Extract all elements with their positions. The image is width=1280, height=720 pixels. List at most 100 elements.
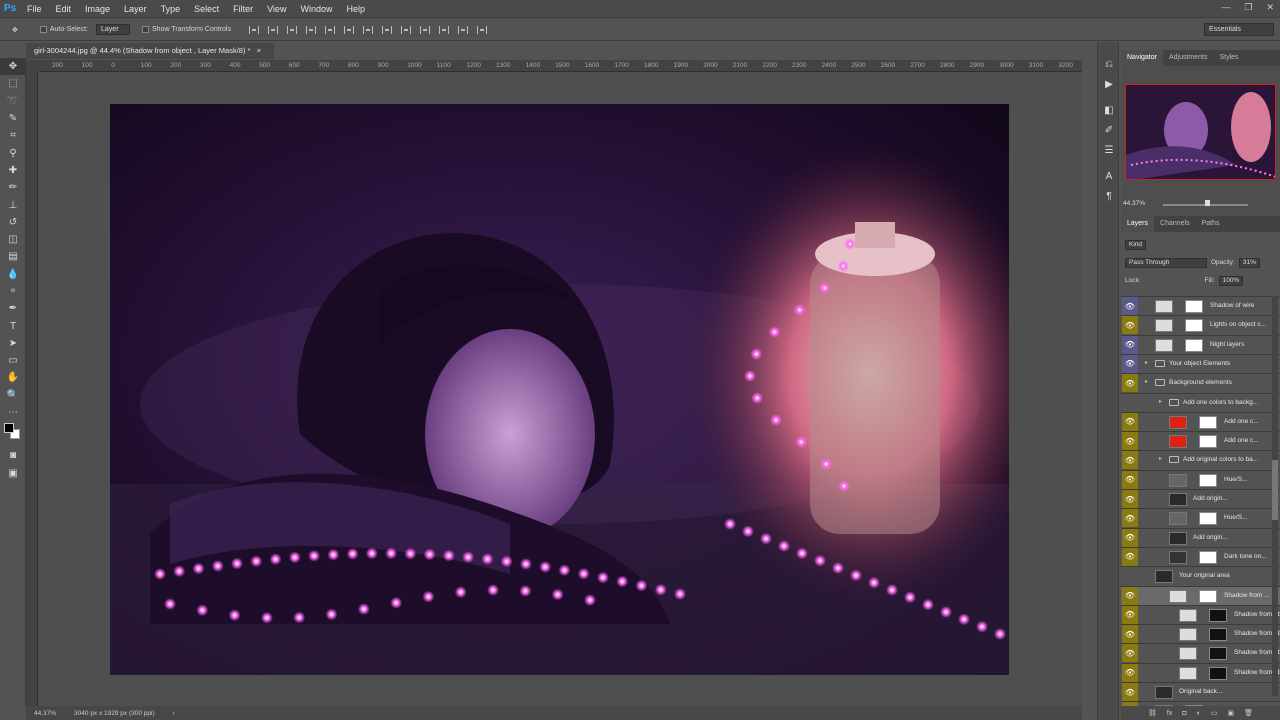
tab-channels[interactable]: Channels <box>1154 216 1196 232</box>
foreground-color[interactable] <box>4 423 14 434</box>
group-expand-icon[interactable]: ▸ <box>1145 359 1148 366</box>
screen-mode-icon[interactable]: ▣ <box>0 465 26 482</box>
visibility-eye-icon[interactable]: 👁 <box>1122 432 1138 451</box>
menu-help[interactable]: Help <box>339 0 372 18</box>
layer-mask-thumbnail[interactable] <box>1185 300 1203 313</box>
link-layers-icon[interactable]: ⛓ <box>1148 709 1157 717</box>
marquee-tool-icon[interactable]: ⬚ <box>0 75 26 92</box>
layer-row[interactable]: 👁 Add origin... <box>1121 489 1280 508</box>
layer-row[interactable]: 👁Shadow from object 1 <box>1121 604 1280 624</box>
workspace-dropdown[interactable]: Essentials <box>1204 23 1274 36</box>
tab-paths[interactable]: Paths <box>1196 216 1226 232</box>
opacity-field[interactable]: 31% <box>1238 257 1260 268</box>
actions-play-icon[interactable]: ▶ <box>1098 74 1120 94</box>
group-expand-icon[interactable]: ▸ <box>1159 398 1162 405</box>
fill-field[interactable]: 100% <box>1218 275 1244 286</box>
adjust-icon[interactable]: ☰ <box>1098 140 1120 160</box>
layer-mask-thumbnail[interactable] <box>1209 666 1227 680</box>
visibility-eye-icon[interactable]: 👁 <box>1122 509 1138 528</box>
visibility-eye-icon[interactable]: 👁 <box>1122 412 1138 431</box>
visibility-eye-icon[interactable]: 👁 <box>1122 297 1138 315</box>
layer-mask-thumbnail[interactable] <box>1209 628 1227 642</box>
layer-row[interactable]: 👁 Hue/S... <box>1121 508 1280 528</box>
status-zoom[interactable]: 44.37% <box>34 710 56 717</box>
status-arrow-icon[interactable]: › <box>173 710 175 717</box>
visibility-eye-icon[interactable]: 👁 <box>1122 625 1138 644</box>
align-left-icon[interactable] <box>306 25 316 34</box>
pen-tool-icon[interactable]: ✒ <box>0 300 26 317</box>
path-select-icon[interactable]: ➤ <box>0 335 26 352</box>
layer-row[interactable]: 👁 Add one c... <box>1121 431 1280 451</box>
blend-mode-dropdown[interactable]: Pass Through <box>1125 257 1207 268</box>
layer-row[interactable]: 👁 Lights on object c... <box>1121 315 1280 335</box>
tab-navigator[interactable]: Navigator <box>1121 50 1163 66</box>
visibility-eye-icon[interactable]: 👁 <box>1122 470 1138 489</box>
auto-select-dropdown[interactable]: Layer <box>96 24 131 35</box>
healing-brush-icon[interactable]: ✚ <box>0 162 26 179</box>
auto-select-checkbox[interactable] <box>39 26 47 33</box>
auto-align-icon[interactable] <box>477 25 487 34</box>
menu-edit[interactable]: Edit <box>49 0 79 18</box>
align-right-icon[interactable] <box>344 25 354 34</box>
distribute-right-icon[interactable] <box>458 25 468 34</box>
gradient-tool-icon[interactable]: ▤ <box>0 248 26 265</box>
layer-row[interactable]: 👁Shadow from object 4 <box>1121 662 1280 682</box>
eraser-tool-icon[interactable]: ◫ <box>0 231 26 248</box>
visibility-eye-icon[interactable]: 👁 <box>1122 451 1138 470</box>
tab-layers[interactable]: Layers <box>1121 216 1155 232</box>
hand-tool-icon[interactable]: ✋ <box>0 369 26 386</box>
visibility-eye-icon[interactable]: 👁 <box>1122 374 1138 393</box>
distribute-bottom-icon[interactable] <box>401 25 411 34</box>
visibility-eye-icon[interactable]: 👁 <box>1122 490 1138 508</box>
layer-row[interactable]: 👁Shadow from object 2 <box>1121 624 1280 644</box>
tab-styles[interactable]: Styles <box>1214 50 1245 66</box>
menu-image[interactable]: Image <box>78 0 117 18</box>
layer-row[interactable]: 👁 ▸ Your object Elements <box>1121 353 1280 373</box>
distribute-hcenter-icon[interactable] <box>439 25 449 34</box>
layer-mask-thumbnail[interactable] <box>1185 338 1203 352</box>
document-tab[interactable]: girl-3004244.jpg @ 44.4% (Shadow from ob… <box>26 43 274 59</box>
blur-tool-icon[interactable]: 💧 <box>0 266 26 283</box>
quick-mask-icon[interactable]: ◙ <box>0 447 26 464</box>
layer-mask-thumbnail[interactable] <box>1185 319 1203 333</box>
layers-scrollbar-thumb[interactable] <box>1272 460 1278 520</box>
layer-row[interactable]: 👁 ▸ Background elements <box>1121 373 1280 393</box>
new-group-icon[interactable]: ▭ <box>1211 709 1218 717</box>
adjustment-layer-icon[interactable]: ◐ <box>1197 710 1201 717</box>
character-icon[interactable]: A <box>1098 166 1120 186</box>
restore-button[interactable]: ❐ <box>1244 2 1252 13</box>
quick-select-tool-icon[interactable]: ✎ <box>0 110 26 127</box>
group-expand-icon[interactable]: ▸ <box>1159 455 1162 462</box>
document-close-icon[interactable]: × <box>257 46 261 55</box>
layer-mask-thumbnail[interactable] <box>1209 608 1227 622</box>
color-swatches[interactable] <box>0 421 26 447</box>
layer-row[interactable]: Your original area <box>1121 566 1280 585</box>
distribute-top-icon[interactable] <box>363 25 373 34</box>
lasso-tool-icon[interactable]: ➰ <box>0 93 26 110</box>
clone-stamp-icon[interactable]: ⊥ <box>0 196 26 213</box>
align-vcenter-icon[interactable] <box>268 25 278 34</box>
menu-type[interactable]: Type <box>154 0 188 18</box>
visibility-eye-icon[interactable]: 👁 <box>1122 335 1138 354</box>
eyedropper-tool-icon[interactable]: ⚲ <box>0 144 26 161</box>
navigator-zoom[interactable]: 44.37% <box>1123 200 1145 207</box>
minimize-button[interactable]: — <box>1221 2 1230 13</box>
menu-filter[interactable]: Filter <box>226 0 260 18</box>
layer-style-icon[interactable]: fx <box>1167 710 1172 717</box>
layer-row[interactable]: 👁 Add one c... <box>1121 411 1280 431</box>
layer-row[interactable]: 👁 Night layers <box>1121 334 1280 354</box>
move-tool-icon[interactable]: ✥ <box>12 26 18 34</box>
visibility-eye-icon[interactable]: 👁 <box>1122 528 1138 547</box>
visibility-eye-icon[interactable]: 👁 <box>1122 644 1138 663</box>
layer-kind-filter[interactable]: Kind <box>1125 239 1147 250</box>
visibility-eye-icon[interactable]: 👁 <box>1122 316 1138 335</box>
shape-tool-icon[interactable]: ▭ <box>0 352 26 369</box>
crop-tool-icon[interactable]: ⌗ <box>0 127 26 144</box>
close-button[interactable]: ✕ <box>1266 2 1274 13</box>
menu-view[interactable]: View <box>260 0 293 18</box>
align-top-icon[interactable] <box>249 25 259 34</box>
history-brush-icon[interactable]: ↺ <box>0 214 26 231</box>
layer-mask-thumbnail[interactable] <box>1199 435 1217 449</box>
visibility-eye-icon[interactable] <box>1122 394 1138 412</box>
menu-file[interactable]: File <box>20 0 49 18</box>
